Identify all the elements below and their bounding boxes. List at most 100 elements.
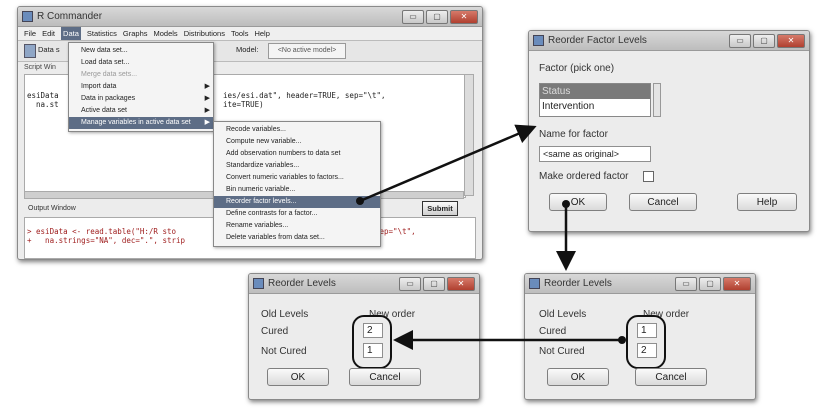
dialog-title: Reorder Factor Levels [548, 35, 647, 46]
ok-button[interactable]: OK [267, 368, 329, 386]
menu-item-manage-variables[interactable]: Manage variables in active data set ▶ [69, 117, 213, 129]
menu-item-active-data-set[interactable]: Active data set ▶ [69, 105, 213, 117]
menu-item-convert-numeric[interactable]: Convert numeric variables to factors... [214, 172, 380, 184]
menu-item-bin-numeric[interactable]: Bin numeric variable... [214, 184, 380, 196]
rcmdr-title: R Commander [37, 11, 103, 22]
script-line-1-right: ies/esi.dat", header=TRUE, sep="\t", [223, 91, 386, 100]
level-name-not-cured: Not Cured [261, 346, 307, 357]
old-levels-header: Old Levels [539, 309, 587, 320]
reorder-levels-dialog-initial: Reorder Levels ▭ ▢ ✕ Old Levels New orde… [524, 273, 756, 400]
level-name-cured: Cured [261, 326, 289, 337]
factor-option-status[interactable]: Status [540, 84, 650, 99]
make-ordered-factor-checkbox[interactable] [643, 171, 654, 182]
menu-item-compute-new-variable[interactable]: Compute new variable... [214, 136, 380, 148]
menu-item-import-data[interactable]: Import data ▶ [69, 81, 213, 93]
old-levels-header: Old Levels [261, 309, 309, 320]
menu-distributions[interactable]: Distributions [184, 27, 225, 40]
manage-variables-submenu: Recode variables... Compute new variable… [213, 121, 381, 247]
submenu-arrow-icon: ▶ [204, 95, 210, 102]
maximize-icon[interactable]: ▢ [423, 276, 445, 291]
reorder-levels-dialog-result: Reorder Levels ▭ ▢ ✕ Old Levels New orde… [248, 273, 480, 400]
script-line-2-right: ite=TRUE) [223, 100, 264, 109]
factor-listbox-scrollbar[interactable] [653, 83, 661, 117]
menu-item-define-contrasts[interactable]: Define contrasts for a factor... [214, 208, 380, 220]
factor-option-intervention[interactable]: Intervention [540, 99, 650, 114]
dialog-titlebar: Reorder Factor Levels ▭ ▢ ✕ [529, 31, 809, 51]
dialog-titlebar: Reorder Levels ▭ ▢ ✕ [525, 274, 755, 294]
script-vscroll[interactable] [464, 74, 474, 196]
menu-item-load-data-set[interactable]: Load data set... [69, 57, 213, 69]
output-line-2: + na.strings="NA", dec=".", strip [27, 236, 186, 245]
level-name-cured: Cured [539, 326, 567, 337]
r-logo-icon [529, 278, 540, 289]
cancel-button[interactable]: Cancel [349, 368, 421, 386]
r-logo-icon [22, 11, 33, 22]
menu-item-add-observation-numbers[interactable]: Add observation numbers to data set [214, 148, 380, 160]
name-for-factor-input[interactable]: <same as original> [539, 146, 651, 162]
dialog-titlebar: Reorder Levels ▭ ▢ ✕ [249, 274, 479, 294]
level-name-not-cured: Not Cured [539, 346, 585, 357]
menu-graphs[interactable]: Graphs [123, 27, 148, 40]
dataset-label: Data s [38, 45, 60, 54]
model-label: Model: [236, 45, 259, 54]
highlight-oval [626, 315, 666, 369]
name-for-factor-label: Name for factor [539, 129, 608, 140]
dataset-icon [24, 44, 36, 58]
output-label: Output Window [28, 205, 76, 212]
factor-listbox[interactable]: Status Intervention [539, 83, 651, 117]
output-line-1: > esiData <- read.table("H:/R sto [27, 227, 177, 236]
submit-button[interactable]: Submit [422, 201, 458, 216]
submenu-arrow-icon: ▶ [204, 119, 210, 126]
script-line-1: esiData [27, 91, 59, 100]
menu-item-new-data-set[interactable]: New data set... [69, 45, 213, 57]
cancel-button[interactable]: Cancel [629, 193, 697, 211]
maximize-icon[interactable]: ▢ [753, 33, 775, 48]
script-line-2: na.st [27, 100, 59, 109]
menu-item-recode-variables[interactable]: Recode variables... [214, 124, 380, 136]
close-icon[interactable]: ✕ [447, 276, 475, 291]
menu-edit[interactable]: Edit [42, 27, 55, 40]
r-logo-icon [253, 278, 264, 289]
menu-item-label: Active data set [81, 107, 127, 114]
output-line-1-right: sep="\t", [375, 227, 416, 236]
dialog-title: Reorder Levels [268, 278, 336, 289]
cancel-button[interactable]: Cancel [635, 368, 707, 386]
factor-label: Factor (pick one) [539, 63, 615, 74]
minimize-icon[interactable]: ▭ [675, 276, 697, 291]
ok-button[interactable]: OK [547, 368, 609, 386]
rcmdr-titlebar: R Commander ▭ ▢ ✕ [18, 7, 482, 27]
maximize-icon[interactable]: ▢ [699, 276, 721, 291]
minimize-icon[interactable]: ▭ [402, 9, 424, 24]
dialog-title: Reorder Levels [544, 278, 612, 289]
menu-item-label: Data in packages [81, 95, 136, 102]
minimize-icon[interactable]: ▭ [399, 276, 421, 291]
script-tab[interactable]: Script Win [24, 64, 56, 71]
submenu-arrow-icon: ▶ [204, 107, 210, 114]
menu-help[interactable]: Help [254, 27, 269, 40]
menubar: File Edit Data Statistics Graphs Models … [18, 27, 482, 41]
maximize-icon[interactable]: ▢ [426, 9, 448, 24]
menu-statistics[interactable]: Statistics [87, 27, 117, 40]
menu-tools[interactable]: Tools [231, 27, 249, 40]
menu-item-rename-variables[interactable]: Rename variables... [214, 220, 380, 232]
menu-item-delete-variables[interactable]: Delete variables from data set... [214, 232, 380, 244]
reorder-factor-levels-dialog: Reorder Factor Levels ▭ ▢ ✕ Factor (pick… [528, 30, 810, 232]
menu-item-reorder-factor-levels[interactable]: Reorder factor levels... [214, 196, 380, 208]
ok-button[interactable]: OK [549, 193, 607, 211]
menu-file[interactable]: File [24, 27, 36, 40]
close-icon[interactable]: ✕ [723, 276, 751, 291]
highlight-oval [352, 315, 392, 369]
menu-item-data-in-packages[interactable]: Data in packages ▶ [69, 93, 213, 105]
menu-models[interactable]: Models [154, 27, 178, 40]
submenu-arrow-icon: ▶ [204, 83, 210, 90]
menu-item-merge-data-sets: Merge data sets... [81, 71, 138, 78]
minimize-icon[interactable]: ▭ [729, 33, 751, 48]
menu-data[interactable]: Data [61, 27, 81, 40]
menu-item-standardize-variables[interactable]: Standardize variables... [214, 160, 380, 172]
menu-item-label: Manage variables in active data set [81, 119, 191, 126]
close-icon[interactable]: ✕ [777, 33, 805, 48]
model-button[interactable]: <No active model> [268, 43, 346, 59]
make-ordered-factor-label: Make ordered factor [539, 171, 629, 182]
close-icon[interactable]: ✕ [450, 9, 478, 24]
help-button[interactable]: Help [737, 193, 797, 211]
